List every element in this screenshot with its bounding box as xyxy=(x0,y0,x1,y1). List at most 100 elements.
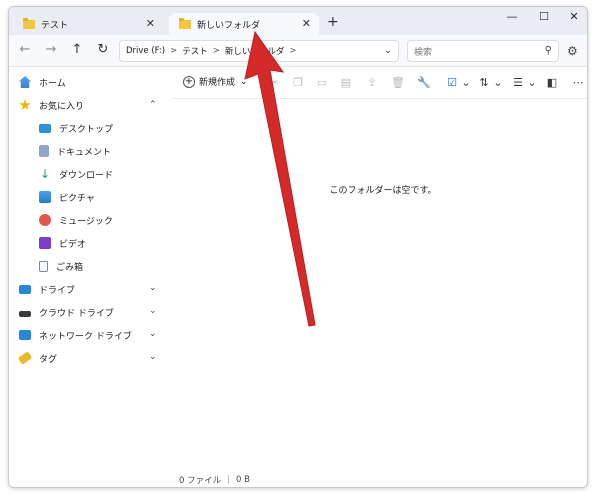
view-icon[interactable]: ☰ xyxy=(511,76,525,90)
chevron-down-icon: ⌄ xyxy=(240,76,248,87)
new-button-label: 新規作成 xyxy=(199,78,236,88)
folder-icon xyxy=(23,17,35,29)
sidebar-item-pictures[interactable]: ピクチャ xyxy=(39,188,95,206)
sidebar-item-recycle-bin[interactable]: ごみ箱 xyxy=(39,257,83,275)
download-icon: ↓ xyxy=(39,167,51,181)
drive-icon xyxy=(19,284,31,294)
recycle-bin-icon xyxy=(39,260,48,272)
tab-label: 新しいフォルダ xyxy=(197,21,261,31)
breadcrumb-new-folder[interactable]: 新しいフォルダ xyxy=(225,45,285,57)
sidebar-item-label: ミュージック xyxy=(59,216,113,227)
sidebar-item-label: クラウド ドライブ xyxy=(39,308,114,319)
sidebar-item-videos[interactable]: ビデオ xyxy=(39,234,86,252)
cut-icon[interactable]: ✂ xyxy=(267,76,281,90)
breadcrumb-separator: > xyxy=(289,46,297,56)
title-bar: テスト ✕ 新しいフォルダ ✕ + — ☐ ✕ xyxy=(9,7,587,36)
back-button[interactable]: ← xyxy=(17,42,33,58)
sidebar-item-label: デスクトップ xyxy=(59,124,114,135)
navigation-toolbar: ← → ↑ ↻ Drive (F:) > テスト > 新しいフォルダ > ⌄ 検… xyxy=(9,35,587,67)
sidebar-item-label: お気に入り xyxy=(39,101,85,112)
sidebar-item-label: ごみ箱 xyxy=(56,262,84,273)
cloud-drive-icon xyxy=(19,311,31,317)
status-divider: | xyxy=(227,475,230,485)
address-bar[interactable]: Drive (F:) > テスト > 新しいフォルダ > ⌄ xyxy=(119,40,399,62)
chevron-down-icon[interactable]: ⌄ xyxy=(459,76,473,90)
empty-folder-message: このフォルダーは空です。 xyxy=(329,186,437,196)
music-icon xyxy=(39,214,51,226)
sidebar-item-label: ホーム xyxy=(39,78,66,89)
select-icon[interactable]: ☑ xyxy=(445,76,459,90)
close-tab-icon[interactable]: ✕ xyxy=(302,17,311,30)
sidebar-item-network-drive[interactable]: ネットワーク ドライブ xyxy=(19,326,132,344)
breadcrumb-separator: > xyxy=(170,46,178,56)
sidebar: ホーム お気に入り ⌃ デスクトップ ドキュメント ↓ ダウンロード ピクチャ … xyxy=(9,67,173,487)
copy-icon[interactable]: ❐ xyxy=(291,76,305,90)
picture-icon xyxy=(39,191,51,203)
breadcrumb-separator: > xyxy=(212,46,220,56)
close-tab-icon[interactable]: ✕ xyxy=(146,17,155,30)
file-list-area[interactable]: このフォルダーは空です。 xyxy=(173,99,587,471)
chevron-down-icon[interactable]: ⌄ xyxy=(525,76,539,90)
forward-button[interactable]: → xyxy=(43,42,59,58)
item-count: 0 ファイル xyxy=(179,476,222,486)
maximize-button[interactable]: ☐ xyxy=(529,10,559,28)
video-icon xyxy=(39,237,51,249)
search-placeholder: 検索 xyxy=(414,47,433,58)
chevron-down-icon[interactable]: ⌄ xyxy=(149,306,157,316)
tab-new-folder[interactable]: 新しいフォルダ ✕ xyxy=(169,13,319,36)
up-button[interactable]: ↑ xyxy=(69,42,85,58)
share-icon[interactable]: ⇪ xyxy=(365,76,379,90)
chevron-down-icon[interactable]: ⌄ xyxy=(149,329,157,339)
selection-size: 0 B xyxy=(236,475,250,485)
sidebar-item-downloads[interactable]: ↓ ダウンロード xyxy=(39,165,113,183)
sidebar-item-label: ダウンロード xyxy=(59,170,114,181)
search-input[interactable]: 検索 ⚲ xyxy=(407,40,559,62)
chevron-down-icon[interactable]: ⌄ xyxy=(491,76,505,90)
properties-icon[interactable]: 🔧 xyxy=(417,76,431,90)
sidebar-item-home[interactable]: ホーム xyxy=(19,73,66,91)
chevron-down-icon[interactable]: ⌄ xyxy=(149,283,157,293)
sidebar-item-cloud-drive[interactable]: クラウド ドライブ xyxy=(19,303,114,321)
close-window-button[interactable]: ✕ xyxy=(559,10,587,28)
search-icon[interactable]: ⚲ xyxy=(545,45,552,56)
new-button[interactable]: + 新規作成 ⌄ xyxy=(183,75,248,88)
sort-icon[interactable]: ⇅ xyxy=(477,76,491,90)
more-icon[interactable]: ⋯ xyxy=(571,76,585,90)
breadcrumb-test[interactable]: テスト xyxy=(182,45,208,57)
sidebar-item-drive[interactable]: ドライブ xyxy=(19,280,75,298)
tag-icon xyxy=(17,351,33,365)
sidebar-item-tags[interactable]: タグ xyxy=(17,349,58,367)
paste-icon[interactable]: ▭ xyxy=(315,76,329,90)
home-icon xyxy=(19,76,31,88)
explorer-window: テスト ✕ 新しいフォルダ ✕ + — ☐ ✕ ← → ↑ ↻ Drive (F… xyxy=(8,6,588,488)
chevron-up-icon[interactable]: ⌃ xyxy=(149,100,157,110)
sidebar-item-documents[interactable]: ドキュメント xyxy=(39,142,111,160)
rename-icon[interactable]: ▤ xyxy=(339,76,353,90)
star-icon xyxy=(19,99,31,110)
command-bar: + 新規作成 ⌄ ✂ ❐ ▭ ▤ ⇪ 🗑 🔧 ☑ ⌄ ⇅ ⌄ ☰ ⌄ ◧ ⋯ xyxy=(173,67,587,99)
folder-icon xyxy=(179,18,191,29)
chevron-down-icon[interactable]: ⌄ xyxy=(149,352,157,362)
sidebar-item-label: タグ xyxy=(39,354,58,365)
sidebar-item-label: ドライブ xyxy=(39,285,76,296)
sidebar-item-label: ネットワーク ドライブ xyxy=(39,331,132,342)
desktop-icon xyxy=(39,123,51,133)
sidebar-item-desktop[interactable]: デスクトップ xyxy=(39,119,113,137)
details-pane-icon[interactable]: ◧ xyxy=(545,76,559,90)
sidebar-item-music[interactable]: ミュージック xyxy=(39,211,113,229)
sidebar-item-label: ピクチャ xyxy=(59,193,95,204)
breadcrumb-drive[interactable]: Drive (F:) xyxy=(126,46,165,56)
tab-test[interactable]: テスト ✕ xyxy=(13,13,163,35)
delete-icon[interactable]: 🗑 xyxy=(391,76,405,90)
tab-label: テスト xyxy=(41,20,69,31)
network-drive-icon xyxy=(19,330,31,340)
sidebar-item-label: ビデオ xyxy=(59,239,87,250)
refresh-button[interactable]: ↻ xyxy=(95,42,111,58)
sidebar-item-favorites[interactable]: お気に入り xyxy=(19,96,84,114)
new-tab-button[interactable]: + xyxy=(327,14,339,30)
chevron-down-icon[interactable]: ⌄ xyxy=(384,45,392,56)
minimize-button[interactable]: — xyxy=(497,10,527,28)
gear-icon[interactable]: ⚙ xyxy=(567,44,578,58)
document-icon xyxy=(39,145,49,157)
plus-icon: + xyxy=(183,75,195,88)
